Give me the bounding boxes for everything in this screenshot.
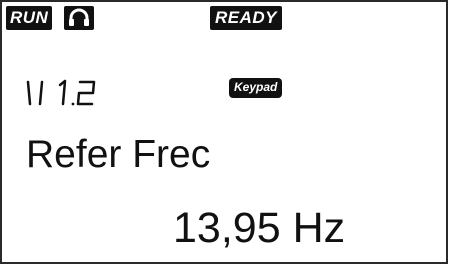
ready-status-badge: READY (210, 6, 283, 30)
parameter-name: Refer Frec (26, 133, 211, 176)
parameter-unit: Hz (292, 204, 346, 252)
run-status-badge: RUN (6, 6, 53, 30)
parameter-value: 13,95 (173, 204, 281, 252)
menu-location-code-text: V 1.2 (126, 74, 127, 75)
menu-location-code: V 1.2 (26, 74, 126, 110)
headset-icon (64, 6, 94, 30)
parameter-value-line: 13,95 Hz (173, 207, 345, 250)
keypad-display: RUN READY V 1.2 Keypad Refer Frec 13,9 (0, 0, 448, 264)
control-source-badge: Keypad (229, 78, 283, 98)
